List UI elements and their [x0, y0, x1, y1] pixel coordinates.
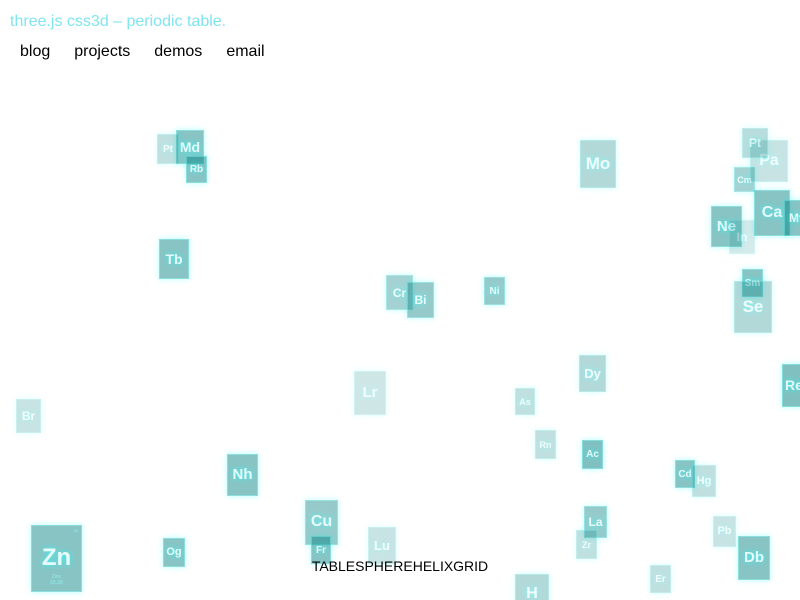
element-tile: Hg [692, 465, 716, 497]
element-symbol: Lu [374, 538, 390, 553]
element-tile: Zr [576, 530, 597, 559]
nav-bar: blog projects demos email [20, 43, 265, 61]
element-tile: Nh [227, 454, 258, 496]
element-symbol: Ni [489, 286, 500, 297]
element-tile: Bi [407, 282, 434, 318]
element-tile: Se [734, 281, 772, 333]
element-symbol: Og [166, 546, 182, 558]
element-symbol: Dy [584, 366, 601, 381]
element-tile: Dy [579, 355, 606, 392]
element-tile: Br [16, 399, 41, 433]
element-symbol: H [526, 585, 538, 600]
element-symbol: Md [179, 139, 201, 155]
element-symbol: La [588, 515, 603, 529]
nav-link-projects[interactable]: projects [74, 43, 130, 61]
element-symbol: Mo [585, 154, 611, 173]
element-symbol: Hg [696, 475, 712, 487]
element-details: Zinc 65.38 [32, 574, 81, 586]
element-symbol: Er [655, 574, 666, 585]
element-tile: In [729, 220, 755, 254]
element-tile: Mt [784, 200, 800, 236]
grid-button[interactable]: GRID [453, 558, 488, 574]
periodic-table-stage: MdPtRbTbMoCrBiNiCmCaNeSmSeDyBrLrAsRnAcNh… [0, 0, 800, 600]
element-symbol: Br [21, 409, 36, 423]
nav-link-email[interactable]: email [226, 43, 264, 61]
element-tile: Rb [186, 156, 207, 183]
element-symbol: Zr [582, 540, 591, 550]
element-symbol: Tb [165, 251, 183, 267]
element-symbol: In [736, 230, 748, 244]
element-symbol: Pt [749, 136, 761, 150]
element-symbol: Fr [316, 545, 326, 556]
element-symbol: Rb [189, 164, 204, 175]
element-tile: Mo [580, 140, 616, 188]
element-symbol: Se [742, 297, 764, 316]
element-tile: Re [782, 364, 800, 407]
element-symbol: Nh [232, 466, 253, 483]
element-symbol: Bi [414, 293, 427, 307]
element-symbol: Ac [586, 449, 599, 460]
nav-link-demos[interactable]: demos [154, 43, 202, 61]
element-symbol: Re [785, 377, 800, 393]
element-tile: Pt [742, 128, 768, 158]
sphere-button[interactable]: SPHERE [355, 558, 413, 574]
element-tile: Pt [157, 134, 179, 164]
element-symbol: As [519, 397, 531, 407]
element-symbol: Pt [163, 144, 173, 155]
element-symbol: Mt [789, 211, 800, 225]
element-tile: Pb [713, 516, 736, 547]
element-symbol: Lr [362, 384, 378, 401]
element-number: 30 [73, 528, 78, 533]
helix-button[interactable]: HELIX [413, 558, 453, 574]
nav-link-blog[interactable]: blog [20, 43, 50, 61]
element-tile: As [515, 388, 535, 415]
element-tile: Lr [354, 371, 386, 415]
element-tile: Ni [484, 277, 505, 305]
element-symbol: Cu [310, 513, 333, 530]
element-tile: Ac [582, 440, 603, 469]
layout-menu: TABLESPHEREHELIXGRID [0, 558, 800, 574]
element-symbol: Pb [717, 525, 732, 537]
element-symbol: Rn [539, 440, 552, 450]
page-title: three.js css3d – periodic table. [10, 13, 227, 30]
element-tile: Rn [535, 430, 556, 459]
element-tile: Tb [159, 239, 189, 279]
element-mass: 65.38 [50, 580, 63, 586]
table-button[interactable]: TABLE [312, 558, 355, 574]
element-tile: H [515, 574, 549, 600]
